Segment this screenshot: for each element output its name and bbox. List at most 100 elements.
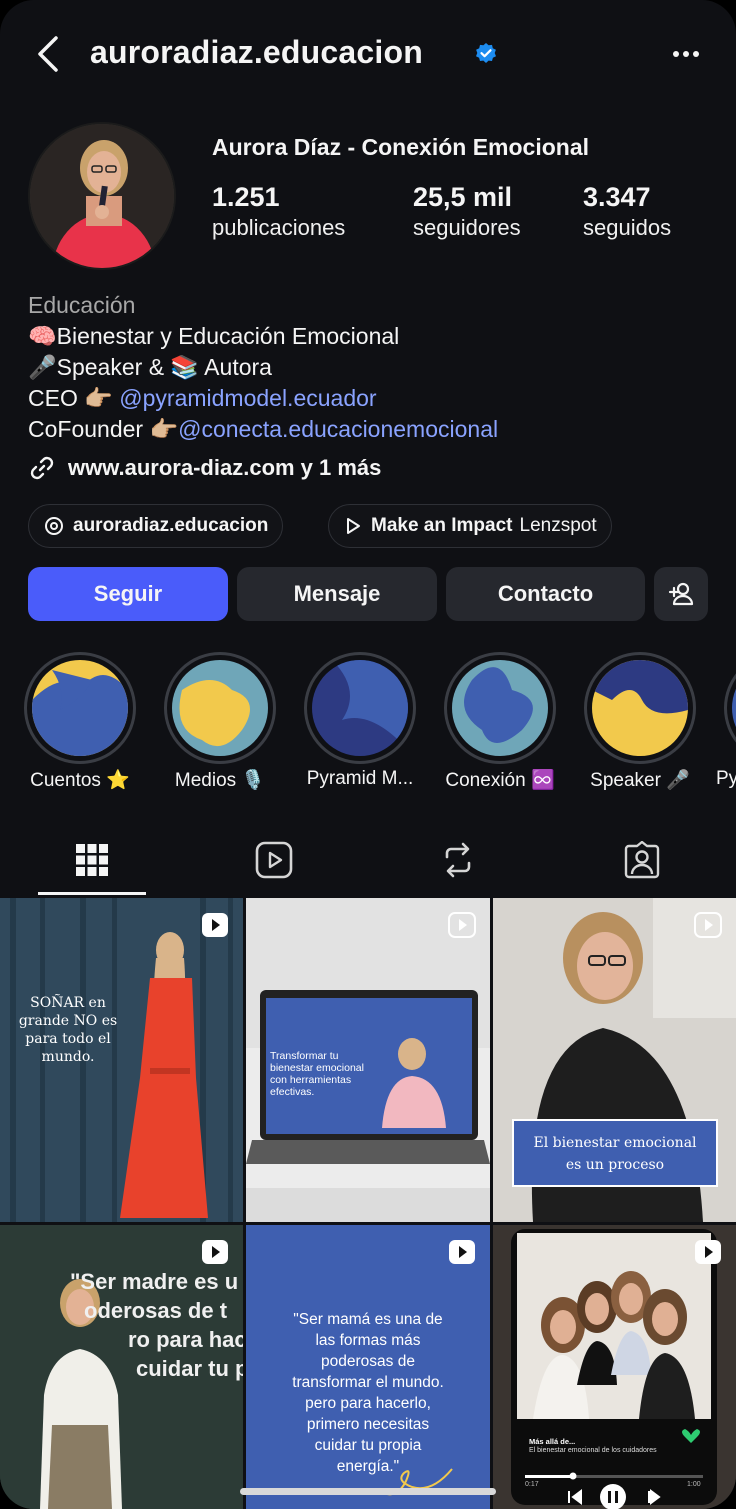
post-caption-line: mundo. bbox=[41, 1049, 95, 1065]
follow-button[interactable]: Seguir bbox=[28, 567, 228, 621]
highlight-label: Py bbox=[716, 768, 736, 789]
post-caption-line: primero necesitas bbox=[306, 1416, 430, 1433]
highlight-label: Cuentos ⭐ bbox=[30, 770, 130, 791]
post-caption-line: es un proceso bbox=[565, 1157, 665, 1173]
post-tile[interactable]: El bienestar emocional es un proceso bbox=[493, 898, 736, 1222]
bio-line-cofounder: CoFounder 👉🏼@conecta.educacionemocional bbox=[28, 414, 498, 445]
highlight-cover bbox=[452, 660, 548, 756]
post-caption-overlay: "Ser mamá es una de las formas más poder… bbox=[246, 1309, 490, 1477]
post-caption-line: poderosas de bbox=[321, 1353, 415, 1370]
stat-following-value: 3.347 bbox=[583, 182, 651, 212]
message-button[interactable]: Mensaje bbox=[237, 567, 437, 621]
highlight-label: Pyramid M... bbox=[306, 768, 414, 789]
lenzspot-chip[interactable]: Make an Impact Lenzspot bbox=[328, 504, 612, 548]
profile-username: auroradiaz.educacion bbox=[90, 34, 423, 70]
repost-icon bbox=[445, 842, 471, 878]
more-options-button[interactable] bbox=[668, 40, 704, 68]
chevron-left-icon bbox=[38, 36, 58, 72]
post-caption-overlay: Transformar tu bienestar emocional con h… bbox=[270, 1050, 364, 1098]
post-caption-line: oderosas de t bbox=[84, 1298, 228, 1323]
tab-tagged[interactable] bbox=[582, 830, 702, 890]
player-title: Más allá de... bbox=[529, 1437, 576, 1446]
profile-avatar[interactable] bbox=[28, 122, 176, 270]
post-caption-line: cuidar tu propia bbox=[314, 1437, 422, 1454]
post-caption-line: SOÑAR en bbox=[30, 995, 106, 1011]
mention-link-conecta[interactable]: @conecta.educacionemocional bbox=[178, 416, 498, 442]
player-time-end: 1:00 bbox=[687, 1481, 701, 1488]
decorative-squiggle bbox=[379, 1468, 453, 1496]
post-tile[interactable]: Más allá de... El bienestar emocional de… bbox=[493, 1225, 736, 1509]
suggest-people-button[interactable] bbox=[654, 567, 708, 621]
contact-button[interactable]: Contacto bbox=[446, 567, 645, 621]
mention-link-pyramidmodel[interactable]: @pyramidmodel.ecuador bbox=[119, 385, 376, 411]
highlight-medios[interactable] bbox=[164, 652, 276, 764]
stat-followers-value: 25,5 mil bbox=[413, 182, 513, 212]
post-caption-line: las formas más bbox=[315, 1332, 421, 1349]
post-caption-line: transformar el mundo. bbox=[292, 1374, 444, 1391]
profile-screen: auroradiaz.educacion Aurora Díaz - Conex… bbox=[0, 0, 736, 1509]
lenzspot-chip-label: Make an Impact bbox=[371, 515, 513, 536]
player-subtitle: El bienestar emocional de los cuidadores bbox=[529, 1447, 657, 1454]
stat-posts-label: publicaciones bbox=[212, 215, 346, 240]
posts-grid: SOÑAR en grande NO es para todo el mundo… bbox=[0, 898, 736, 1509]
highlight-cover bbox=[172, 660, 268, 756]
stat-following-label: seguidos bbox=[583, 215, 672, 240]
add-person-icon bbox=[668, 582, 694, 606]
post-caption-overlay: SOÑAR en grande NO es para todo el mundo… bbox=[16, 994, 120, 1066]
highlight-label: Conexión ♾️ bbox=[445, 770, 555, 791]
highlight-cover bbox=[732, 660, 736, 756]
post-tile[interactable]: SOÑAR en grande NO es para todo el mundo… bbox=[0, 898, 243, 1222]
lenzspot-chip-sub: Lenzspot bbox=[519, 515, 597, 536]
highlight-cuentos[interactable] bbox=[24, 652, 136, 764]
external-link-text: www.aurora-diaz.com y 1 más bbox=[68, 455, 382, 480]
post-caption-line: ro para hace bbox=[128, 1327, 243, 1352]
cofounder-prefix: CoFounder 👉🏼 bbox=[28, 416, 179, 442]
post-tile[interactable]: "Ser mamá es una de las formas más poder… bbox=[246, 1225, 490, 1509]
verified-badge-icon bbox=[476, 43, 496, 63]
post-caption-line: El bienestar emocional bbox=[533, 1135, 697, 1151]
post-caption-line: para todo el bbox=[25, 1031, 111, 1047]
stat-followers[interactable]: 25,5 mil seguidores bbox=[413, 182, 521, 241]
tab-grid[interactable] bbox=[32, 830, 152, 890]
stat-posts[interactable]: 1.251 publicaciones bbox=[212, 182, 345, 241]
post-caption-line: bienestar emocional bbox=[270, 1062, 364, 1074]
tab-reposts[interactable] bbox=[398, 830, 518, 890]
highlight-pyramid[interactable] bbox=[304, 652, 416, 764]
post-caption-line: "Ser mamá es una de bbox=[293, 1311, 443, 1328]
post-tile[interactable]: Transformar tu bienestar emocional con h… bbox=[246, 898, 490, 1222]
profile-display-name: Aurora Díaz - Conexión Emocional bbox=[212, 134, 589, 160]
tab-reels[interactable] bbox=[214, 830, 334, 890]
post-tile[interactable]: "Ser madre es u oderosas de t ro para ha… bbox=[0, 1225, 243, 1509]
highlight-partial[interactable] bbox=[724, 652, 736, 764]
bio-line: 🎤Speaker & 📚 Autora bbox=[28, 354, 272, 380]
play-outline-icon bbox=[347, 518, 360, 534]
post-caption-overlay: El bienestar emocional es un proceso bbox=[513, 1132, 717, 1176]
highlight-speaker[interactable] bbox=[584, 652, 696, 764]
highlight-cover bbox=[592, 660, 688, 756]
profile-bio: Educación 🧠Bienestar y Educación Emocion… bbox=[28, 290, 498, 445]
profile-category: Educación bbox=[28, 292, 136, 318]
stat-following[interactable]: 3.347 seguidos bbox=[583, 182, 671, 241]
back-button[interactable] bbox=[30, 32, 70, 76]
link-icon bbox=[30, 456, 54, 480]
stat-posts-value: 1.251 bbox=[212, 182, 280, 212]
external-link[interactable]: www.aurora-diaz.com y 1 más bbox=[28, 452, 381, 484]
threads-icon bbox=[45, 517, 63, 535]
highlight-cover bbox=[312, 660, 408, 756]
threads-chip-label: auroradiaz.educacion bbox=[73, 515, 269, 536]
reel-indicator-icon bbox=[202, 1240, 228, 1264]
post-caption-line: "Ser madre es u bbox=[70, 1269, 239, 1294]
reel-indicator-icon bbox=[695, 1240, 721, 1264]
bio-line: 🧠Bienestar y Educación Emocional bbox=[28, 323, 400, 349]
post-caption-line: con herramientas bbox=[270, 1074, 352, 1086]
post-caption-line: efectivas. bbox=[270, 1086, 315, 1098]
active-tab-indicator bbox=[38, 892, 146, 895]
highlight-conexion[interactable] bbox=[444, 652, 556, 764]
threads-chip[interactable]: auroradiaz.educacion bbox=[28, 504, 284, 548]
player-time-start: 0:17 bbox=[525, 1481, 539, 1488]
ceo-prefix: CEO 👉🏼 bbox=[28, 385, 120, 411]
stat-followers-label: seguidores bbox=[413, 215, 521, 240]
reel-indicator-icon bbox=[202, 913, 228, 937]
top-bar: auroradiaz.educacion bbox=[0, 22, 736, 86]
post-image bbox=[493, 1225, 736, 1509]
